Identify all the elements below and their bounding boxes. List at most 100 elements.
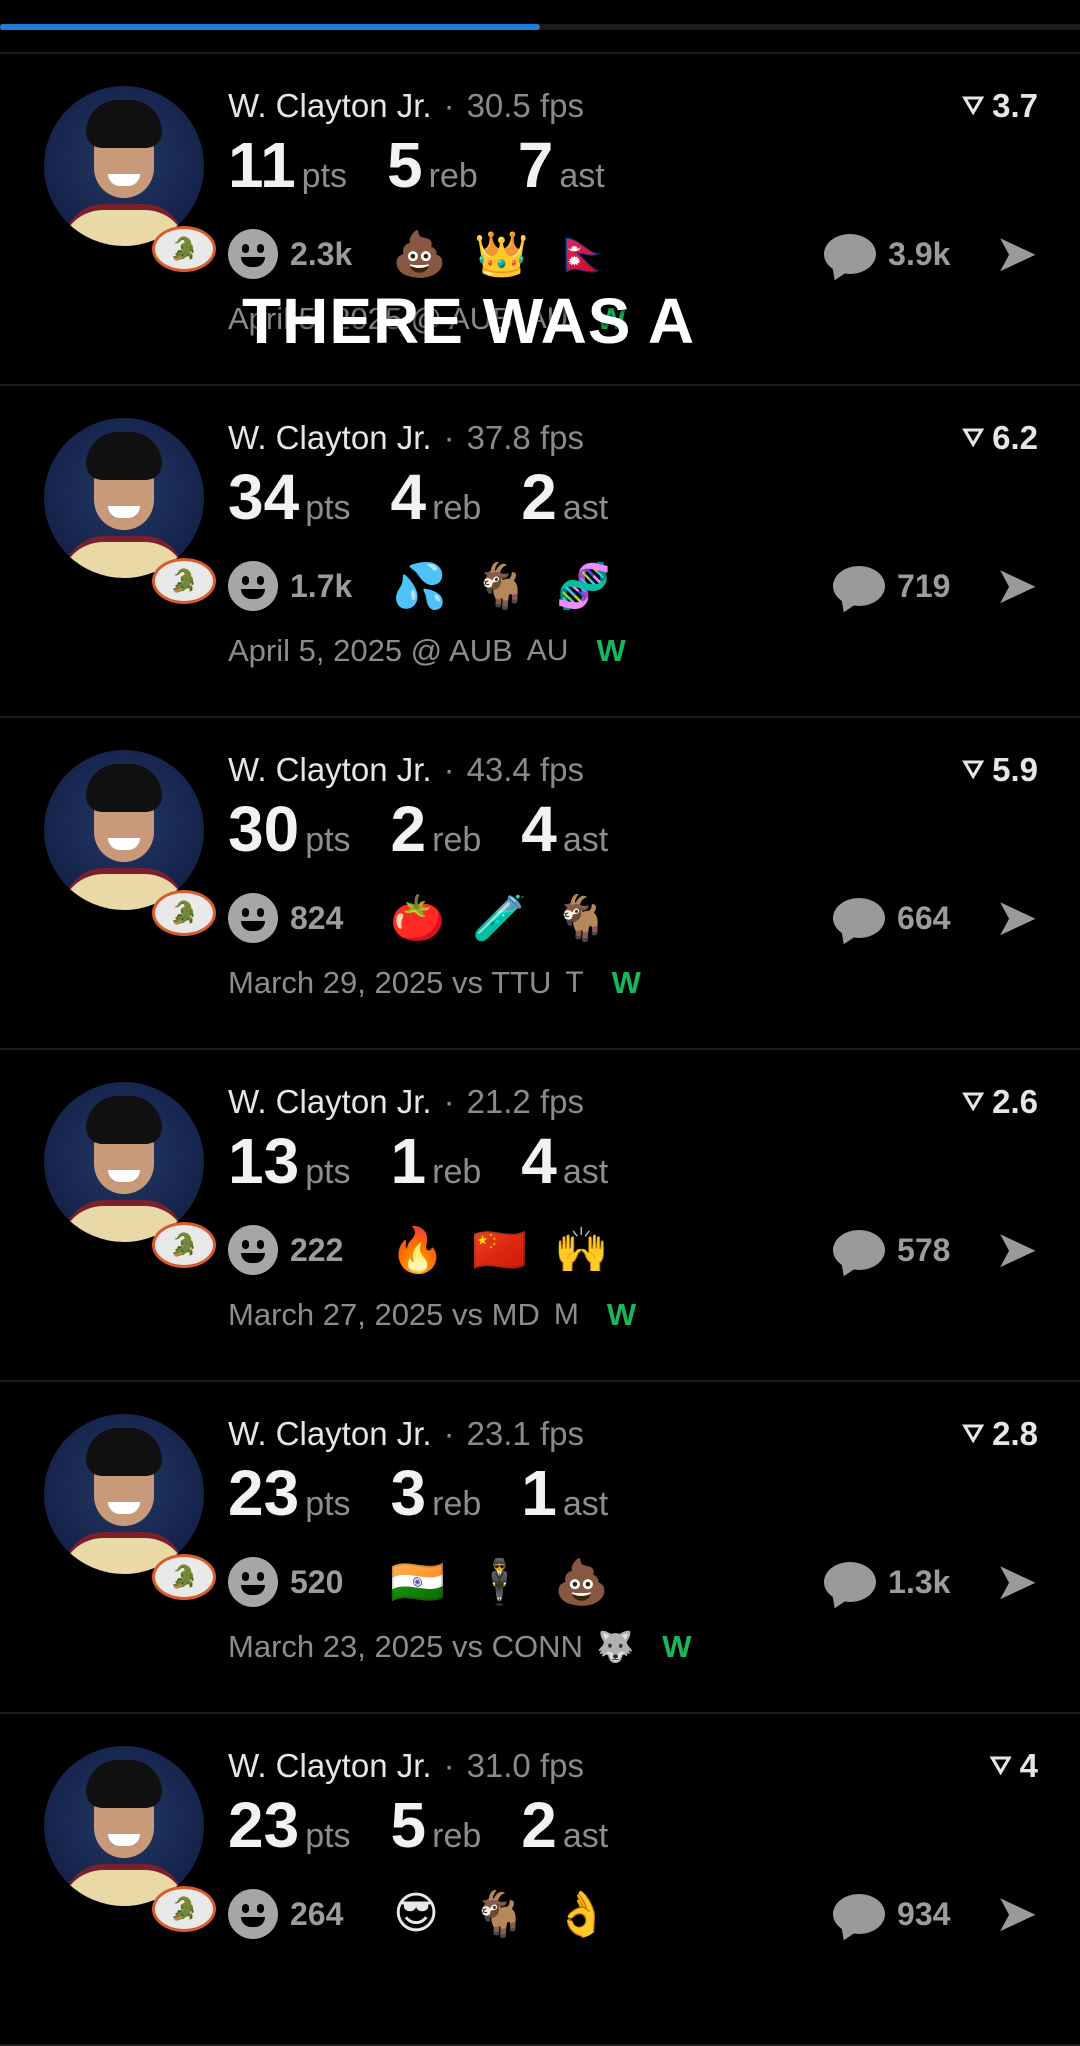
reaction-count: 2.3k — [290, 235, 353, 272]
player-row: W. Clayton Jr. · 31.0 fps — [228, 1746, 1038, 1786]
game-card[interactable]: 🐊 W. Clayton Jr. · 37.8 fps ⛛ 6.2 34 pts 4… — [0, 386, 1080, 718]
player-avatar[interactable] — [44, 1414, 204, 1574]
send-icon[interactable]: ➤ — [994, 892, 1038, 944]
comment-icon[interactable] — [833, 566, 886, 606]
smiley-icon[interactable] — [228, 1557, 278, 1607]
emoji-reaction[interactable]: 🧪 — [472, 892, 527, 944]
send-icon[interactable]: ➤ — [994, 1556, 1038, 1608]
emoji-reaction[interactable]: 🐐 — [472, 1888, 527, 1940]
actions: 719 ➤ — [833, 556, 1038, 616]
emoji-reaction[interactable]: 🇮🇳 — [390, 1556, 445, 1608]
filter-icon: ⛛ — [962, 422, 985, 452]
stat-ast-value: 1 — [521, 1457, 557, 1529]
comment-icon[interactable] — [824, 234, 877, 274]
stat-ast-value: 4 — [521, 793, 557, 865]
player-row: W. Clayton Jr. · 30.5 fps — [228, 86, 1038, 126]
emoji-reaction[interactable]: 😎 — [390, 1888, 442, 1940]
stat-ast-value: 4 — [521, 1125, 557, 1197]
stat-ast-label: ast — [562, 1817, 609, 1855]
game-card[interactable]: 🐊 W. Clayton Jr. · 31.0 fps ⛛ 4 23 pts 5 re… — [0, 1714, 1080, 2046]
story-progress-track — [0, 24, 1080, 30]
stat-line: 13 pts 1 reb 4 ast — [228, 1124, 1038, 1204]
game-card[interactable]: 🐊 W. Clayton Jr. · 21.2 fps ⛛ 2.6 13 pts 1… — [0, 1050, 1080, 1382]
rating-value: 4 — [1019, 1747, 1038, 1784]
emoji-reaction[interactable]: 🙌 — [554, 1224, 609, 1276]
smiley-icon[interactable] — [228, 561, 278, 611]
smiley-icon[interactable] — [228, 1889, 278, 1939]
emoji-reaction[interactable]: 🇳🇵 — [556, 228, 611, 280]
emoji-reaction[interactable]: 🧬 — [556, 560, 611, 612]
send-icon[interactable]: ➤ — [994, 1888, 1038, 1940]
player-name[interactable]: W. Clayton Jr. — [228, 87, 432, 125]
comment-count[interactable]: 3.9k — [888, 236, 950, 273]
opponent-logo-icon: M — [553, 1298, 579, 1331]
game-card[interactable]: 🐊 W. Clayton Jr. · 43.4 fps ⛛ 5.9 30 pts 2… — [0, 718, 1080, 1050]
card-body: W. Clayton Jr. · 23.1 fps ⛛ 2.8 23 pts 3 re… — [228, 1414, 1038, 1670]
player-name[interactable]: W. Clayton Jr. — [228, 419, 432, 457]
emoji-reaction[interactable]: 💩 — [392, 228, 447, 280]
stat-pts-value: 11 — [228, 129, 296, 201]
player-name[interactable]: W. Clayton Jr. — [228, 1747, 432, 1785]
stat-ast-label: ast — [562, 1153, 609, 1191]
comment-count[interactable]: 719 — [897, 568, 950, 605]
stat-ast-label: ast — [562, 821, 609, 859]
comment-icon[interactable] — [824, 1562, 877, 1602]
rating-value: 3.7 — [992, 87, 1038, 124]
actions: 934 ➤ — [833, 1884, 1038, 1944]
comment-icon[interactable] — [833, 898, 886, 938]
stat-reb-value: 4 — [390, 461, 427, 533]
stat-pts-value: 34 — [228, 461, 300, 533]
game-meta: March 23, 2025 vs CONN 🐺 W — [228, 1624, 1038, 1670]
player-name[interactable]: W. Clayton Jr. — [228, 751, 432, 789]
player-avatar[interactable] — [44, 418, 204, 578]
rating-value: 2.6 — [992, 1083, 1038, 1120]
stat-reb-label: reb — [428, 157, 478, 195]
emoji-reaction[interactable]: 💦 — [392, 560, 447, 612]
comment-icon[interactable] — [833, 1894, 886, 1934]
emoji-reaction[interactable]: 🐐 — [554, 892, 609, 944]
player-avatar[interactable] — [44, 86, 204, 246]
send-icon[interactable]: ➤ — [994, 560, 1038, 612]
emoji-reaction[interactable]: 🔥 — [390, 1224, 445, 1276]
rating-value: 6.2 — [992, 419, 1038, 456]
player-avatar[interactable] — [44, 1082, 204, 1242]
fps-value: 43.4 fps — [466, 751, 584, 788]
game-card[interactable]: 🐊 W. Clayton Jr. · 23.1 fps ⛛ 2.8 23 pts 3… — [0, 1382, 1080, 1714]
game-date: March 23, 2025 vs CONN — [228, 1629, 583, 1664]
emoji-reaction[interactable]: 🕴 — [472, 1556, 527, 1608]
reaction-row: 520 🇮🇳 🕴 💩 1.3k ➤ — [228, 1552, 1038, 1612]
rating-value: 2.8 — [992, 1415, 1038, 1452]
smiley-icon[interactable] — [228, 893, 278, 943]
smiley-icon[interactable] — [228, 229, 278, 279]
emoji-reaction[interactable]: 🐐 — [474, 560, 529, 612]
game-result: W — [596, 633, 626, 668]
emoji-reaction[interactable]: 💩 — [554, 1556, 609, 1608]
smiley-icon[interactable] — [228, 1225, 278, 1275]
rating-value: 5.9 — [992, 751, 1038, 788]
emoji-reaction[interactable]: 👌 — [554, 1888, 609, 1940]
reaction-row: 824 🍅 🧪 🐐 664 ➤ — [228, 888, 1038, 948]
player-avatar[interactable] — [44, 1746, 204, 1906]
send-icon[interactable]: ➤ — [994, 1224, 1038, 1276]
emoji-reaction[interactable]: 🇨🇳 — [472, 1224, 527, 1276]
comment-count[interactable]: 578 — [897, 1232, 950, 1269]
emoji-reactions: 🍅 🧪 🐐 — [390, 892, 636, 944]
player-name[interactable]: W. Clayton Jr. — [228, 1415, 432, 1453]
top-bar — [0, 0, 1080, 52]
comment-count[interactable]: 664 — [897, 900, 950, 937]
player-avatar[interactable] — [44, 750, 204, 910]
filter-icon: ⛛ — [962, 754, 985, 784]
emoji-reaction[interactable]: 👑 — [474, 228, 529, 280]
stat-pts-value: 23 — [228, 1789, 300, 1861]
emoji-reaction[interactable]: 🍅 — [390, 892, 445, 944]
stat-line: 30 pts 2 reb 4 ast — [228, 792, 1038, 872]
rating: ⛛ 6.2 — [962, 418, 1038, 458]
team-logo-gator-icon: 🐊 — [152, 226, 216, 272]
comment-icon[interactable] — [833, 1230, 886, 1270]
comment-count[interactable]: 1.3k — [888, 1564, 950, 1601]
send-icon[interactable]: ➤ — [994, 228, 1038, 280]
comment-count[interactable]: 934 — [897, 1896, 950, 1933]
reaction-count: 264 — [290, 1895, 344, 1932]
stat-pts-label: pts — [305, 489, 351, 527]
player-name[interactable]: W. Clayton Jr. — [228, 1083, 432, 1121]
